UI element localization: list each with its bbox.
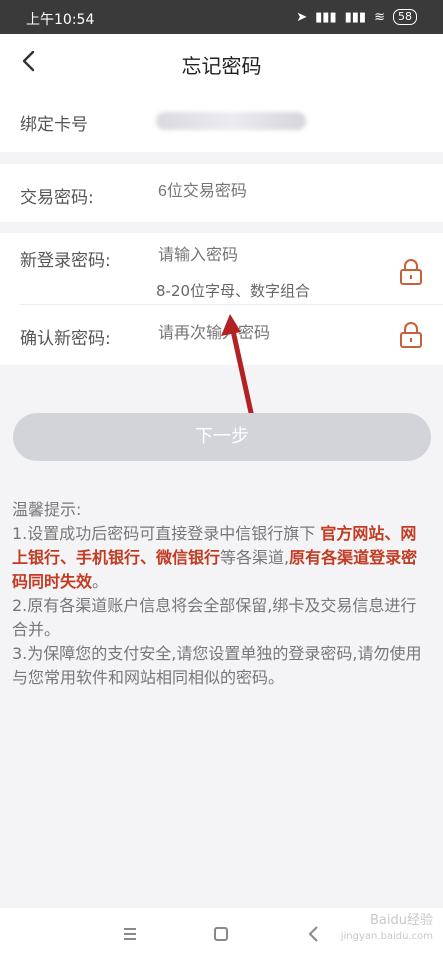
signal-icon: ▮▮▮ [315,9,337,25]
home-button[interactable] [209,922,233,946]
nav-bar: 忘记密码 [0,34,443,90]
card-number-value[interactable] [156,112,306,130]
status-time: 上午10:54 [26,12,95,28]
lock-icon-confirm[interactable] [399,322,423,348]
trade-password-label: 交易密码: [20,188,94,208]
confirm-password-label: 确认新密码: [20,329,111,349]
back-triangle-icon [308,926,318,942]
wifi-icon: ≋ [374,9,385,25]
card-number-section: 绑定卡号 [0,90,443,152]
tip-item-1: 1.设置成功后密码可直接登录中信银行旗下 官方网站、网上银行、手机银行、微信银行… [12,522,432,594]
tip-item-3: 3.为保障您的支付安全,请您设置单独的登录密码,请勿使用与您常用软件和网站相同相… [12,644,422,687]
divider [20,304,443,305]
menu-button[interactable] [118,922,142,946]
new-password-hint: 8-20位字母、数字组合 [156,282,311,300]
new-password-input[interactable] [156,246,380,266]
trade-password-input[interactable] [156,182,360,202]
lock-icon[interactable] [399,259,423,285]
card-number-label: 绑定卡号 [20,115,88,135]
menu-icon [124,928,136,940]
status-icons: ➤ ▮▮▮ ▮▮▮ ≋ 58 [296,9,417,25]
tip-1-text-a: 1.设置成功后密码可直接登录中信银行旗下 [12,524,321,543]
tip-1-text-e: 。 [92,572,109,591]
watermark-line-2: jingyan.baidu.com [340,931,433,942]
tip-1-text-c: 等各渠道, [220,548,290,567]
home-icon [214,927,228,941]
page-title: 忘记密码 [181,54,262,78]
battery-icon: 58 [393,9,417,25]
watermark-line-1: Baidu经验 [370,913,433,928]
system-back-button[interactable] [302,922,326,946]
next-button[interactable]: 下一步 [13,413,431,461]
status-bar: 上午10:54 ➤ ▮▮▮ ▮▮▮ ≋ 58 [0,0,443,34]
location-icon: ➤ [296,9,308,25]
watermark: Baidu经验 jingyan.baidu.com [341,913,433,945]
tips-title: 温馨提示: [12,500,82,519]
trade-password-section: 交易密码: [0,164,443,222]
new-password-label: 新登录密码: [20,251,111,271]
signal-icon-2: ▮▮▮ [344,9,367,25]
tips-section: 温馨提示: 1.设置成功后密码可直接登录中信银行旗下 官方网站、网上银行、手机银… [12,498,432,690]
tip-item-2: 2.原有各渠道账户信息将会全部保留,绑卡及交易信息进行合并。 [12,596,417,639]
